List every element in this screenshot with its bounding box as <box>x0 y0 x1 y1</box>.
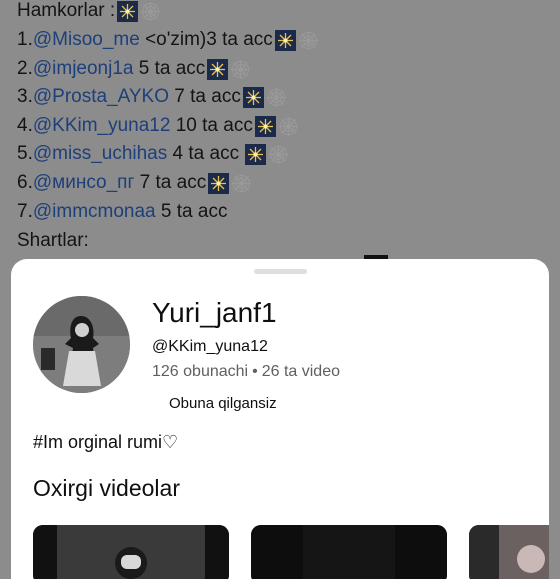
partner-acc-count: 4 ta acc <box>167 143 240 164</box>
fireworks-icon <box>274 29 296 51</box>
partner-line: 7. @immcmonaa 5 ta acc <box>17 199 227 225</box>
recent-videos-title: Oxirgi videolar <box>33 475 180 501</box>
partner-number: 7. <box>17 201 33 222</box>
post-header-line: Hamkorlar : <box>17 0 161 24</box>
spider-web-icon <box>230 59 251 80</box>
partner-number: 4. <box>17 115 33 136</box>
spider-web-icon <box>266 87 287 108</box>
partner-line: 2. @imjeonj1a 5 ta acc <box>17 56 251 82</box>
conditions-text: Shartlar: <box>17 230 89 251</box>
chat-post: Hamkorlar : 1. @Misoo_me <o'zim)3 ta acc … <box>0 0 560 260</box>
channel-name: Yuri_janf1 <box>152 297 277 328</box>
subscriber-count: 126 obunachi <box>152 363 249 380</box>
mention-link[interactable]: @Misoo_me <box>33 27 140 53</box>
channel-bottom-sheet: Yuri_janf1 @KKim_yuna12 126 obunachi • 2… <box>11 259 549 579</box>
partner-line: 4. @KKim_yuna12 10 ta acc <box>17 113 299 139</box>
fireworks-icon <box>207 58 229 80</box>
partner-acc-count: 5 ta acc <box>155 201 228 222</box>
sheet-drag-handle[interactable] <box>254 269 307 274</box>
fireworks-icon <box>254 115 276 137</box>
spider-web-icon <box>268 144 289 165</box>
fireworks-icon <box>245 143 267 165</box>
spider-web-icon <box>298 30 319 51</box>
partner-line: 3. @Prosta_AYKO 7 ta acc <box>17 84 287 110</box>
partner-acc-count: 7 ta acc <box>134 172 207 193</box>
mention-link[interactable]: @Prosta_AYKO <box>33 84 169 110</box>
post-header: Hamkorlar : <box>17 0 116 21</box>
subscribed-button[interactable]: Obuna qilgansiz <box>152 392 294 416</box>
partner-line: 5. @miss_uchihas 4 ta acc <box>17 141 289 167</box>
partner-acc-count: 10 ta acc <box>170 115 253 136</box>
partner-acc-count: <o'zim)3 ta acc <box>139 29 273 50</box>
spider-web-icon <box>140 1 161 22</box>
fireworks-icon <box>208 172 230 194</box>
partner-number: 3. <box>17 86 33 107</box>
mention-link[interactable]: @минсо_пг <box>33 170 135 196</box>
mention-link[interactable]: @KKim_yuna12 <box>33 113 171 139</box>
video-count: 26 ta video <box>261 363 340 380</box>
stats-separator: • <box>252 363 258 380</box>
avatar[interactable] <box>33 296 130 393</box>
partner-acc-count: 7 ta acc <box>169 86 241 107</box>
partner-acc-count: 5 ta acc <box>133 58 206 79</box>
mention-link[interactable]: @imjeonj1a <box>33 56 134 82</box>
mention-link[interactable]: @immcmonaa <box>33 199 156 225</box>
fireworks-icon <box>242 86 264 108</box>
video-thumbnail[interactable] <box>33 525 229 579</box>
partner-number: 6. <box>17 172 33 193</box>
partner-number: 5. <box>17 143 33 164</box>
channel-stats: 126 obunachi • 26 ta video <box>152 361 340 383</box>
channel-description: #Im orginal rumi♡ <box>33 432 179 452</box>
partner-line: 6. @минсо_пг 7 ta acc <box>17 170 252 196</box>
partner-number: 2. <box>17 58 33 79</box>
video-thumbnail[interactable] <box>251 525 447 579</box>
spider-web-icon <box>278 116 299 137</box>
partner-number: 1. <box>17 29 33 50</box>
mention-link[interactable]: @miss_uchihas <box>33 141 167 167</box>
partner-line: 1. @Misoo_me <o'zim)3 ta acc <box>17 27 319 53</box>
fireworks-icon <box>117 0 139 22</box>
spider-web-icon <box>231 173 252 194</box>
channel-handle: @KKim_yuna12 <box>152 338 268 355</box>
video-thumbnail[interactable] <box>469 525 549 579</box>
conditions-label: Shartlar: <box>17 228 89 254</box>
